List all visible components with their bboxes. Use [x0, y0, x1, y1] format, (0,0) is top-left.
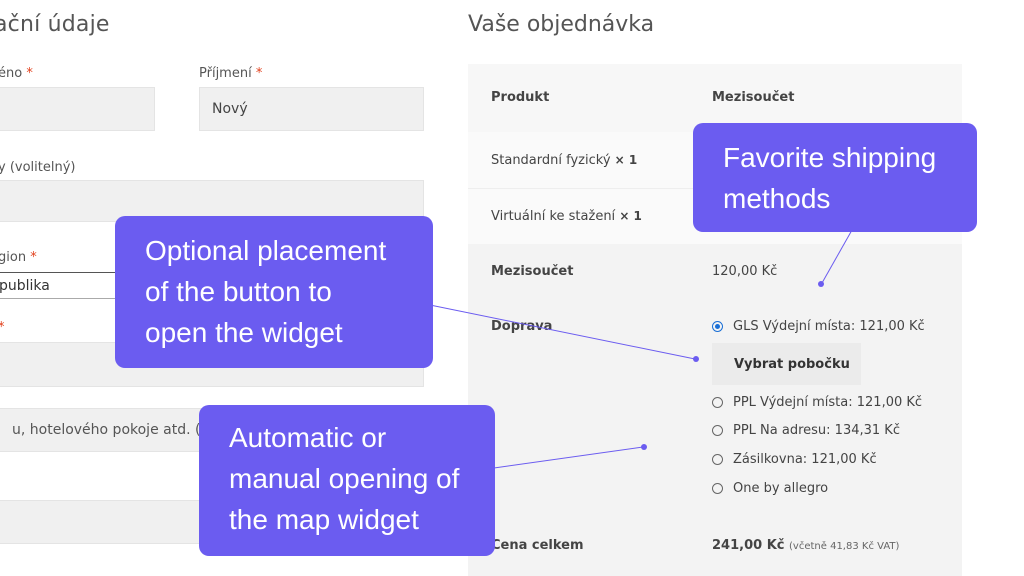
connector-opening — [493, 446, 644, 469]
connector-dot-placement — [693, 356, 699, 362]
callout-line: open the widget — [145, 317, 343, 348]
connector-dot-favorite — [818, 281, 824, 287]
callout-line: Favorite shipping — [723, 142, 937, 173]
connector-dot-opening — [641, 444, 647, 450]
callout-button-placement: Optional placement of the button to open… — [115, 216, 433, 368]
callout-line: manual opening of — [229, 463, 460, 494]
callout-widget-opening: Automatic or manual opening of the map w… — [199, 405, 495, 556]
callout-line: methods — [723, 183, 831, 214]
callout-line: the map widget — [229, 504, 419, 535]
callout-line: Optional placement — [145, 235, 387, 266]
callout-favorite-shipping: Favorite shipping methods — [693, 123, 977, 232]
callout-line: of the button to — [145, 276, 332, 307]
connector-favorite — [821, 229, 853, 284]
connector-placement — [429, 304, 696, 360]
callout-line: Automatic or — [229, 422, 387, 453]
